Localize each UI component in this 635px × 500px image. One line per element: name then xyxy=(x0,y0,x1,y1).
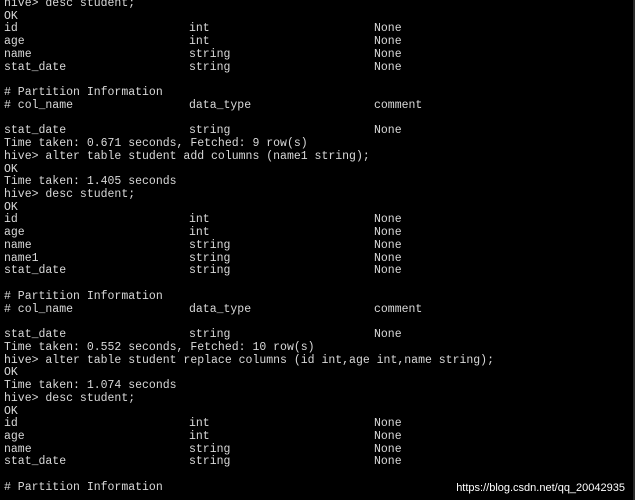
table-row: stat_date string None xyxy=(4,265,629,278)
terminal-line: Time taken: 1.074 seconds xyxy=(4,379,177,393)
table-cell: int xyxy=(189,429,210,443)
terminal-line: Time taken: 0.552 seconds, Fetched: 10 r… xyxy=(4,340,315,354)
table-cell: None xyxy=(374,455,402,469)
table-cell: # col_name xyxy=(4,98,74,112)
terminal-line: # Partition Information xyxy=(4,86,163,100)
table-cell: string xyxy=(189,238,231,252)
table-row: name string None xyxy=(4,443,629,457)
table-cell: comment xyxy=(374,302,423,316)
terminal-line: OK xyxy=(4,200,18,214)
table-cell: string xyxy=(189,47,231,61)
table-row: name string None xyxy=(4,47,629,62)
terminal-line: hive> desc student; xyxy=(4,391,136,405)
table-cell: name xyxy=(4,47,32,61)
terminal-line: Time taken: 0.671 seconds, Fetched: 9 ro… xyxy=(4,137,308,151)
table-row: # col_name data_type comment xyxy=(4,98,629,113)
table-cell: string xyxy=(189,264,231,278)
table-row: id int None xyxy=(4,417,629,431)
terminal-output: hive> desc student; OK id int None age int None… xyxy=(4,0,629,495)
table-cell: comment xyxy=(374,98,423,112)
table-cell: string xyxy=(189,328,231,342)
terminal-line: hive> desc student; xyxy=(4,0,136,10)
table-cell: stat_date xyxy=(4,455,67,469)
table-row: id int None xyxy=(4,23,629,36)
table-cell: data_type xyxy=(189,98,252,112)
table-cell: age xyxy=(4,429,25,443)
table-row: stat_date string None xyxy=(4,328,629,342)
terminal-window[interactable]: hive> desc student; OK id int None age int None… xyxy=(0,0,635,500)
table-cell: stat_date xyxy=(4,264,67,278)
table-row: id int None xyxy=(4,214,629,227)
terminal-line: hive> desc student; xyxy=(4,188,136,202)
table-row: name1 string None xyxy=(4,252,629,266)
table-cell: # col_name xyxy=(4,302,74,316)
table-cell: None xyxy=(374,124,402,138)
table-cell: None xyxy=(374,60,402,74)
table-cell: string xyxy=(189,60,231,74)
table-cell: stat_date xyxy=(4,328,67,342)
terminal-line: hive> alter table student add columns (n… xyxy=(4,149,370,163)
table-row: stat_date string None xyxy=(4,456,629,469)
table-cell: string xyxy=(189,455,231,469)
table-cell: None xyxy=(374,264,402,278)
table-cell: data_type xyxy=(189,302,252,316)
table-cell: stat_date xyxy=(4,60,67,74)
table-cell: None xyxy=(374,47,402,61)
table-row: stat_date string None xyxy=(4,60,629,75)
terminal-line: OK xyxy=(4,9,18,23)
table-row: name string None xyxy=(4,238,629,253)
table-row: age int None xyxy=(4,429,629,444)
terminal-line: # Partition Information xyxy=(4,289,163,303)
table-cell: None xyxy=(374,429,402,443)
terminal-line: hive> alter table student replace column… xyxy=(4,353,494,367)
terminal-line: OK xyxy=(4,404,18,418)
table-cell: None xyxy=(374,238,402,252)
watermark-text: https://blog.csdn.net/qq_20042935 xyxy=(456,482,625,494)
table-cell: name xyxy=(4,238,32,252)
table-cell: None xyxy=(374,328,402,342)
table-row: # col_name data_type comment xyxy=(4,302,629,317)
table-row: age int None xyxy=(4,226,629,240)
table-row: age int None xyxy=(4,35,629,49)
